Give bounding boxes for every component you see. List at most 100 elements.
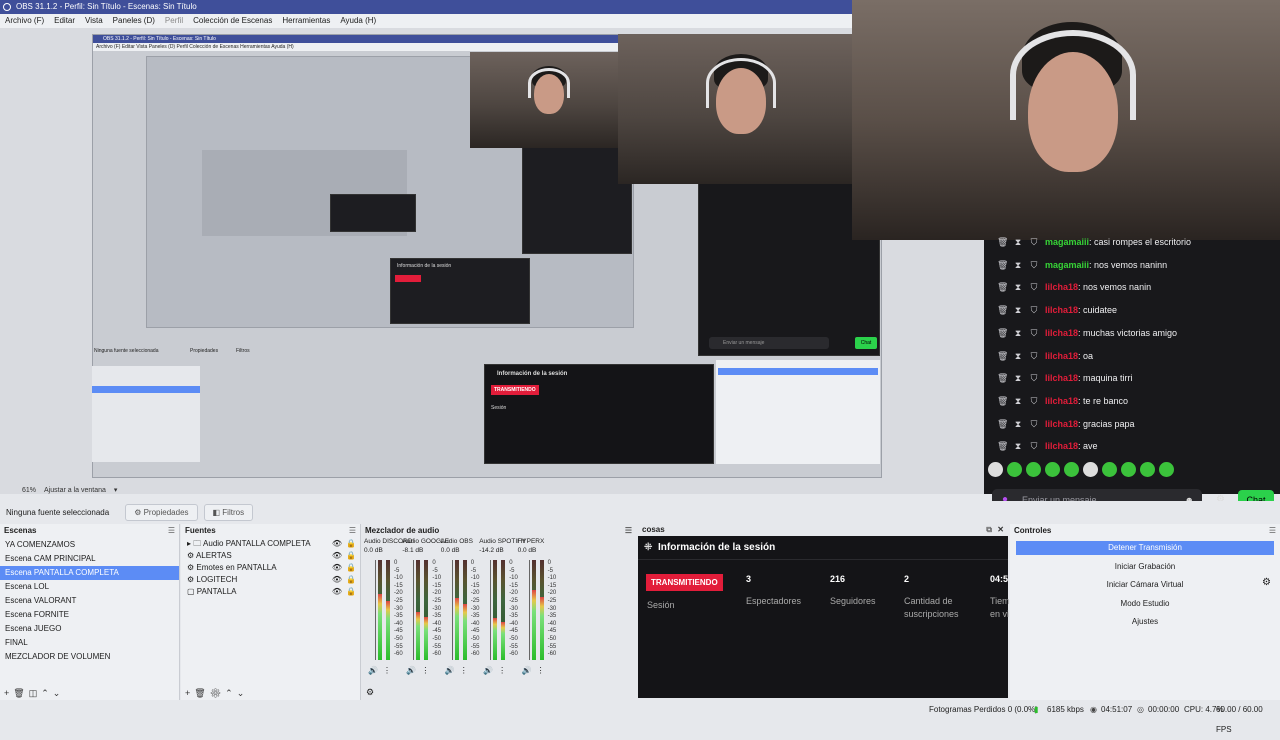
- delete-icon[interactable]: 🗑: [997, 299, 1008, 321]
- emote-icon[interactable]: [1083, 462, 1098, 477]
- control-button[interactable]: Iniciar Cámara Virtual: [1016, 578, 1274, 592]
- volume-slider[interactable]: [375, 560, 376, 660]
- speaker-icon[interactable]: 🔊: [522, 666, 537, 675]
- add-source-icon[interactable]: +: [185, 688, 194, 698]
- emote-icon[interactable]: [1026, 462, 1041, 477]
- delete-icon[interactable]: 🗑: [997, 390, 1008, 412]
- source-item[interactable]: ⚙ Emotes en PANTALLA 👁 🔒: [181, 562, 360, 574]
- chat-username[interactable]: lilcha18: [1045, 345, 1078, 367]
- volume-slider[interactable]: [490, 560, 492, 660]
- zoom-value[interactable]: 61%: [22, 484, 36, 498]
- emote-icon[interactable]: [988, 462, 1003, 477]
- delete-icon[interactable]: 🗑: [997, 322, 1008, 344]
- move-up-icon[interactable]: ⌃: [41, 688, 53, 698]
- scene-item[interactable]: Escena FORNITE: [0, 608, 179, 622]
- chat-username[interactable]: lilcha18: [1045, 276, 1078, 298]
- timeout-icon[interactable]: ⧗: [1013, 276, 1023, 298]
- timeout-icon[interactable]: ⧗: [1013, 390, 1023, 412]
- visibility-eye-icon[interactable]: 👁: [332, 538, 342, 550]
- timeout-icon[interactable]: ⧗: [1013, 231, 1023, 253]
- delete-icon[interactable]: 🗑: [997, 231, 1008, 253]
- speaker-icon[interactable]: 🔊: [483, 666, 498, 675]
- dock-menu-icon[interactable]: ☰: [349, 524, 356, 538]
- source-item[interactable]: ▢ PANTALLA 👁 🔒: [181, 586, 360, 598]
- channel-menu-icon[interactable]: ⋮: [498, 666, 511, 675]
- move-up-icon[interactable]: ⌃: [225, 688, 237, 698]
- chat-username[interactable]: lilcha18: [1045, 322, 1078, 344]
- zoom-chevron-icon[interactable]: ▾: [114, 484, 118, 498]
- timeout-icon[interactable]: ⧗: [1013, 254, 1023, 276]
- volume-slider[interactable]: [528, 560, 530, 660]
- dock-menu-icon[interactable]: ☰: [625, 524, 632, 538]
- control-button[interactable]: Ajustes: [1016, 615, 1274, 629]
- channel-menu-icon[interactable]: ⋮: [537, 666, 550, 675]
- scene-item[interactable]: Escena LOL: [0, 580, 179, 594]
- emote-icon[interactable]: [1140, 462, 1155, 477]
- float-icon[interactable]: ⧉: [986, 524, 992, 536]
- source-item[interactable]: ⚙ ALERTAS 👁 🔒: [181, 550, 360, 562]
- scene-item[interactable]: FINAL: [0, 636, 179, 650]
- emote-icon[interactable]: [1102, 462, 1117, 477]
- volume-slider[interactable]: [451, 560, 453, 660]
- visibility-eye-icon[interactable]: 👁: [332, 550, 342, 562]
- lock-icon[interactable]: 🔒: [346, 538, 356, 550]
- lock-icon[interactable]: 🔒: [346, 550, 356, 562]
- move-down-icon[interactable]: ⌄: [237, 688, 249, 698]
- scene-item[interactable]: Escena VALORANT: [0, 594, 179, 608]
- close-icon[interactable]: ✕: [997, 524, 1004, 536]
- chat-username[interactable]: magamaiii: [1045, 254, 1089, 276]
- emote-icon[interactable]: [1007, 462, 1022, 477]
- speaker-icon[interactable]: 🔊: [445, 666, 460, 675]
- channel-menu-icon[interactable]: ⋮: [421, 666, 434, 675]
- source-item[interactable]: ⚙ LOGITECH 👁 🔒: [181, 574, 360, 586]
- delete-icon[interactable]: 🗑: [997, 413, 1008, 435]
- control-button[interactable]: Modo Estudio: [1016, 597, 1274, 611]
- chat-username[interactable]: magamaiii: [1045, 231, 1089, 253]
- emote-icon[interactable]: [1045, 462, 1060, 477]
- timeout-icon[interactable]: ⧗: [1013, 299, 1023, 321]
- timeout-icon[interactable]: ⧗: [1013, 435, 1023, 457]
- move-down-icon[interactable]: ⌄: [53, 688, 65, 698]
- delete-icon[interactable]: 🗑: [997, 276, 1008, 298]
- menu-editar[interactable]: Editar: [54, 14, 75, 28]
- speaker-icon[interactable]: 🔊: [406, 666, 421, 675]
- control-button[interactable]: Detener Transmisión: [1016, 541, 1274, 555]
- lock-icon[interactable]: 🔒: [346, 586, 356, 598]
- timeout-icon[interactable]: ⧗: [1013, 322, 1023, 344]
- menu-archivo[interactable]: Archivo (F): [5, 14, 44, 28]
- source-settings-icon[interactable]: ⚙: [210, 688, 225, 698]
- channel-menu-icon[interactable]: ⋮: [460, 666, 473, 675]
- delete-icon[interactable]: 🗑: [997, 435, 1008, 457]
- filters-button[interactable]: ◧ Filtros: [203, 503, 254, 521]
- chat-username[interactable]: lilcha18: [1045, 413, 1078, 435]
- mixer-settings-icon[interactable]: ⚙: [366, 687, 374, 698]
- control-button[interactable]: Iniciar Grabación: [1016, 560, 1274, 574]
- remove-source-icon[interactable]: 🗑: [194, 688, 209, 698]
- lock-icon[interactable]: 🔒: [346, 574, 356, 586]
- menu-perfil[interactable]: Perfil: [165, 14, 183, 28]
- delete-icon[interactable]: 🗑: [997, 345, 1008, 367]
- visibility-eye-icon[interactable]: 👁: [332, 562, 342, 574]
- scene-item[interactable]: Escena JUEGO: [0, 622, 179, 636]
- remove-scene-icon[interactable]: 🗑: [13, 688, 28, 698]
- menu-coleccion[interactable]: Colección de Escenas: [193, 14, 272, 28]
- timeout-icon[interactable]: ⧗: [1013, 413, 1023, 435]
- visibility-eye-icon[interactable]: 👁: [332, 586, 342, 598]
- emote-icon[interactable]: [1159, 462, 1174, 477]
- menu-vista[interactable]: Vista: [85, 14, 103, 28]
- volume-slider[interactable]: [413, 560, 415, 660]
- zoom-fit[interactable]: Ajustar a la ventana: [44, 484, 106, 498]
- delete-icon[interactable]: 🗑: [997, 367, 1008, 389]
- menu-paneles[interactable]: Paneles (D): [113, 14, 155, 28]
- timeout-icon[interactable]: ⧗: [1013, 345, 1023, 367]
- source-item[interactable]: ▸ 🗀 Audio PANTALLA COMPLETA 👁 🔒: [181, 538, 360, 550]
- channel-menu-icon[interactable]: ⋮: [383, 666, 396, 675]
- properties-button[interactable]: ⚙ Propiedades: [125, 503, 198, 521]
- add-scene-icon[interactable]: +: [4, 688, 13, 698]
- menu-herramientas[interactable]: Herramientas: [282, 14, 330, 28]
- scene-filter-icon[interactable]: ◫: [29, 688, 42, 698]
- dock-menu-icon[interactable]: ☰: [168, 524, 175, 538]
- dock-menu-icon[interactable]: ☰: [1269, 524, 1276, 538]
- emote-icon[interactable]: [1064, 462, 1079, 477]
- chat-username[interactable]: lilcha18: [1045, 390, 1078, 412]
